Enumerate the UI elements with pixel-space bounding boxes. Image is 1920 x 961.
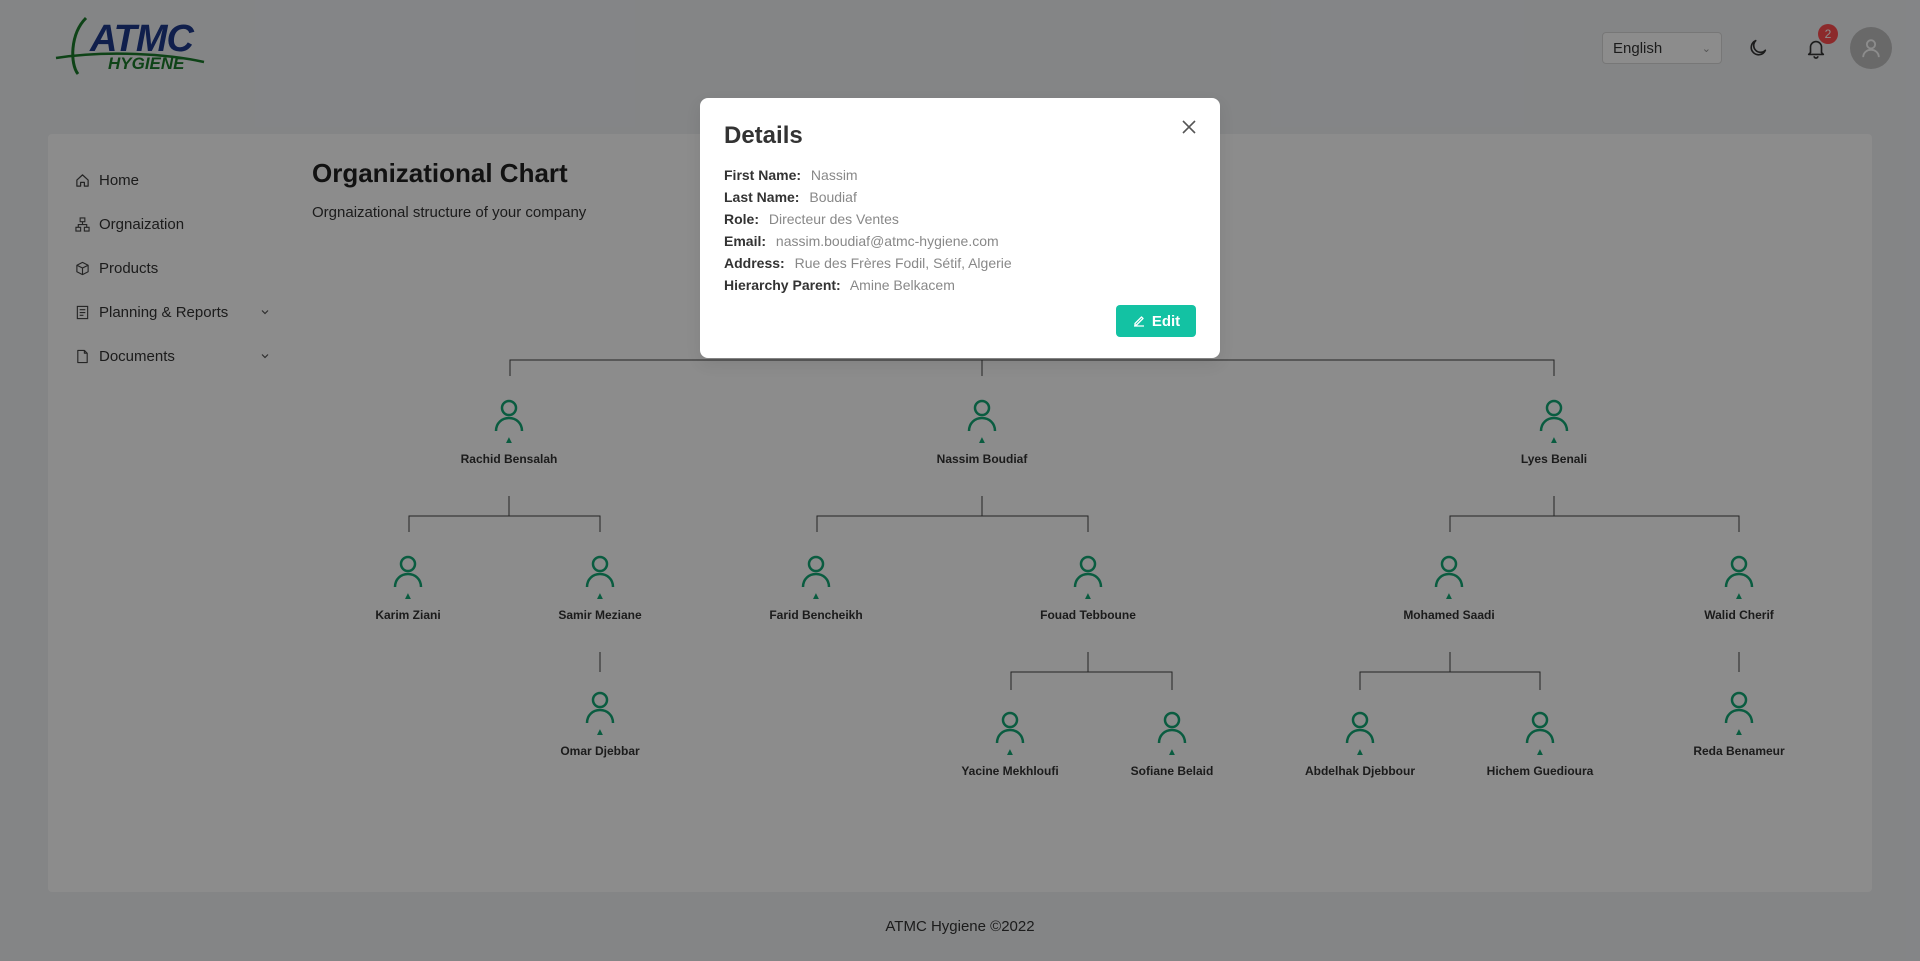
detail-label: Hierarchy Parent: (724, 277, 841, 293)
detail-value: Directeur des Ventes (768, 211, 899, 227)
detail-value: Nassim (810, 167, 858, 183)
detail-label: Address: (724, 255, 785, 271)
detail-label: Last Name: (724, 189, 800, 205)
close-icon (1182, 120, 1196, 134)
edit-icon (1133, 316, 1144, 327)
edit-button[interactable]: Edit (1116, 305, 1196, 337)
details-modal: Details First Name: Nassim Last Name: Bo… (700, 98, 1220, 358)
detail-label: Email: (724, 233, 767, 249)
edit-button-label: Edit (1151, 312, 1181, 330)
detail-hierarchy-parent: Hierarchy Parent: Amine Belkacem (724, 274, 1196, 296)
detail-value: Boudiaf (809, 189, 857, 205)
close-button[interactable] (1178, 116, 1200, 138)
detail-address: Address: Rue des Frères Fodil, Sétif, Al… (724, 252, 1196, 274)
modal-title: Details (724, 122, 803, 149)
detail-value: Rue des Frères Fodil, Sétif, Algerie (794, 255, 1012, 271)
detail-value: nassim.boudiaf@atmc-hygiene.com (775, 233, 999, 249)
detail-label: First Name: (724, 167, 802, 183)
detail-value: Amine Belkacem (849, 277, 955, 293)
detail-first-name: First Name: Nassim (724, 164, 1196, 186)
detail-label: Role: (724, 211, 759, 227)
detail-last-name: Last Name: Boudiaf (724, 186, 1196, 208)
detail-role: Role: Directeur des Ventes (724, 208, 1196, 230)
detail-email: Email: nassim.boudiaf@atmc-hygiene.com (724, 230, 1196, 252)
details-list: First Name: Nassim Last Name: Boudiaf Ro… (724, 164, 1196, 296)
